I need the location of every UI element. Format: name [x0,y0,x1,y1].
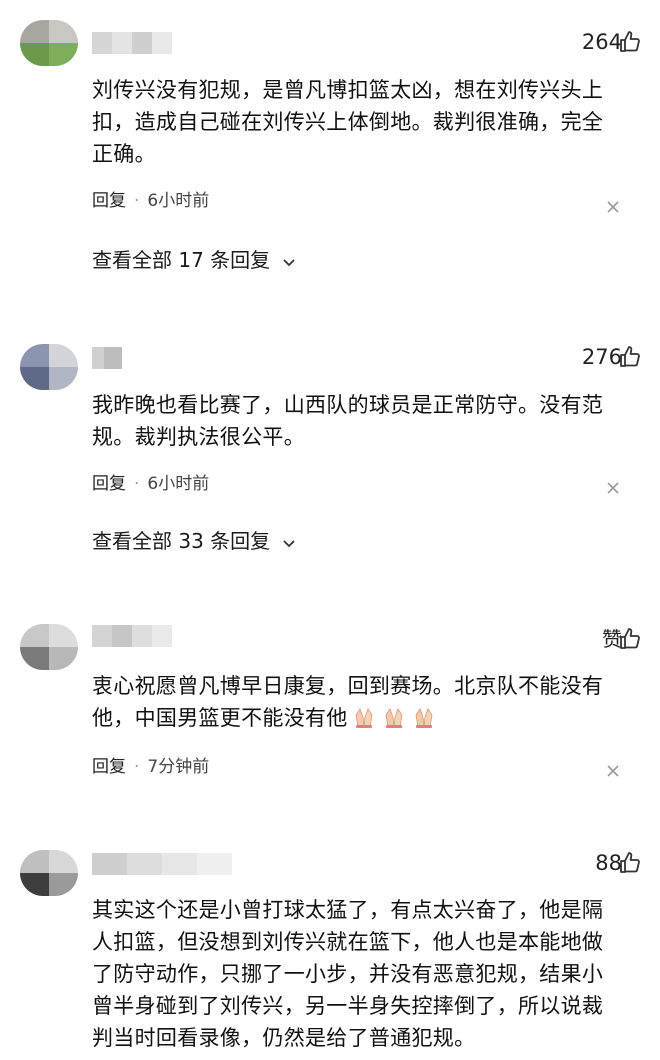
close-icon[interactable] [606,200,620,214]
avatar[interactable] [20,344,78,390]
comment-text: 我昨晚也看比赛了，山西队的球员是正常防守。没有范规。裁判执法很公平。 [92,393,604,449]
timestamp: 6小时前 [147,191,210,211]
comment-meta: 回复 · 6小时前 [92,471,209,497]
folded-hands-emoji [350,705,378,738]
thumbs-up-icon[interactable] [618,30,642,54]
username[interactable] [92,32,172,54]
comment-text: 衷心祝愿曾凡博早日康复，回到赛场。北京队不能没有他，中国男篮更不能没有他 [92,670,622,738]
thumbs-up-icon[interactable] [618,627,642,651]
reply-button[interactable]: 回复 [92,474,126,494]
chevron-down-icon [282,539,295,547]
view-replies-label: 查看全部 33 条回复 [92,529,271,553]
view-replies-link[interactable]: 查看全部 33 条回复 [92,526,297,556]
separator: · [134,757,140,777]
folded-hands-emoji [380,705,408,738]
comment-meta: 回复 · 7分钟前 [92,754,209,780]
avatar[interactable] [20,624,78,670]
timestamp: 6小时前 [147,474,210,494]
comment-meta: 回复 · 6小时前 [92,188,209,214]
username[interactable] [92,625,172,647]
view-replies-label: 查看全部 17 条回复 [92,248,271,272]
chevron-down-icon [282,258,295,266]
reply-button[interactable]: 回复 [92,191,126,211]
separator: · [134,191,140,211]
like-count: 264 [581,30,622,54]
comment-text-content: 衷心祝愿曾凡博早日康复，回到赛场。北京队不能没有他，中国男篮更不能没有他 [92,674,604,730]
folded-hands-emoji [410,705,438,738]
comment-text: 其实这个还是小曾打球太猛了，有点太兴奋了，他是隔人扣篮，但没想到刘传兴就在篮下，… [92,898,604,1050]
username[interactable] [92,347,122,369]
comment-text: 刘传兴没有犯规，是曾凡博扣篮太凶，想在刘传兴头上扣，造成自己碰在刘传兴上体倒地。… [92,78,604,166]
thumbs-up-icon[interactable] [618,851,642,875]
username[interactable] [92,853,232,875]
avatar[interactable] [20,850,78,896]
like-count: 276 [581,345,622,369]
close-icon[interactable] [606,481,620,495]
timestamp: 7分钟前 [147,757,210,777]
close-icon[interactable] [606,764,620,778]
view-replies-link[interactable]: 查看全部 17 条回复 [92,245,297,275]
avatar[interactable] [20,20,78,66]
separator: · [134,474,140,494]
reply-button[interactable]: 回复 [92,757,126,777]
thumbs-up-icon[interactable] [618,345,642,369]
